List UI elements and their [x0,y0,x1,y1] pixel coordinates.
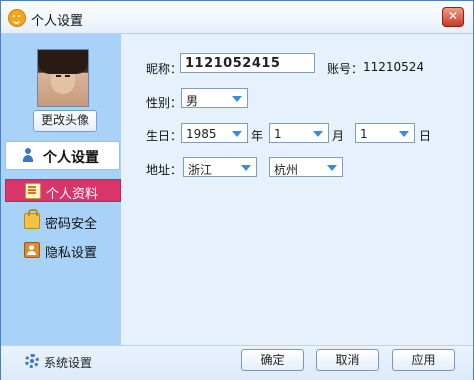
day-select[interactable]: 1 [355,123,415,143]
month-unit: 月 [332,129,345,143]
province-select[interactable]: 浙江 [183,157,257,177]
chevron-down-icon [399,131,409,137]
nickname-value: 1121052415 [185,56,281,71]
chevron-down-icon [232,96,242,102]
chevron-down-icon [241,165,251,171]
ok-button[interactable]: 确定 [241,349,304,371]
address-label: 地址： [146,163,183,177]
year-value: 1985 [186,127,217,141]
month-select[interactable]: 1 [269,123,329,143]
sidebar-item-label: 隐私设置 [45,246,98,261]
cancel-button[interactable]: 取消 [316,349,379,371]
avatar-eye [56,75,61,77]
nav-header-label: 个人设置 [43,150,99,166]
gender-label: 性别： [146,96,183,110]
account-label: 账号： [327,62,364,76]
nav-header-personal-settings[interactable]: 个人设置 [5,141,120,170]
sidebar: 更改头像 个人设置 个人资料 密码安全 隐私设置 [1,34,121,345]
year-select[interactable]: 1985 [181,123,248,143]
close-button[interactable]: ✕ [442,7,464,27]
profile-card-icon [25,183,41,199]
month-value: 1 [274,127,282,141]
chevron-down-icon [232,131,242,137]
window-title: 个人设置 [31,14,84,29]
privacy-icon [24,242,40,258]
city-select[interactable]: 杭州 [269,157,343,177]
province-value: 浙江 [188,163,213,177]
city-value: 杭州 [274,163,299,177]
sidebar-item-label: 密码安全 [45,217,98,232]
lock-icon [24,209,40,229]
chevron-down-icon [327,165,337,171]
sidebar-item-label: 个人资料 [46,187,99,202]
sidebar-item-password-security[interactable]: 密码安全 [5,209,119,232]
change-avatar-button[interactable]: 更改头像 [33,110,97,132]
settings-window: 个人设置 ✕ 更改头像 个人设置 个人资料 密码安全 隐私设置 昵称： 1121… [0,0,474,380]
profile-form: 昵称： 1121052415 账号： 1121052415 性别： 男 生日： … [121,34,473,345]
sidebar-item-privacy[interactable]: 隐私设置 [5,239,119,261]
sidebar-item-profile[interactable]: 个人资料 [5,179,121,202]
footer-bar: 系统设置 确定 取消 应用 [1,345,473,380]
avatar-hair [38,50,88,74]
gear-icon[interactable] [25,354,39,368]
system-settings-link[interactable]: 系统设置 [44,354,92,371]
person-icon [23,148,33,162]
apply-button[interactable]: 应用 [392,349,455,371]
day-unit: 日 [419,129,432,143]
account-value: 1121052415 [363,60,423,74]
nickname-input[interactable]: 1121052415 [180,53,315,73]
avatar-eye [65,75,70,77]
year-unit: 年 [251,129,264,143]
gender-select[interactable]: 男 [181,88,248,108]
chevron-down-icon [313,131,323,137]
gender-value: 男 [186,94,199,108]
title-bar[interactable]: 个人设置 ✕ [1,1,473,34]
birthday-label: 生日： [146,129,183,143]
smiley-app-icon [8,9,26,27]
avatar [37,49,89,107]
nickname-label: 昵称： [146,62,183,76]
day-value: 1 [360,127,368,141]
